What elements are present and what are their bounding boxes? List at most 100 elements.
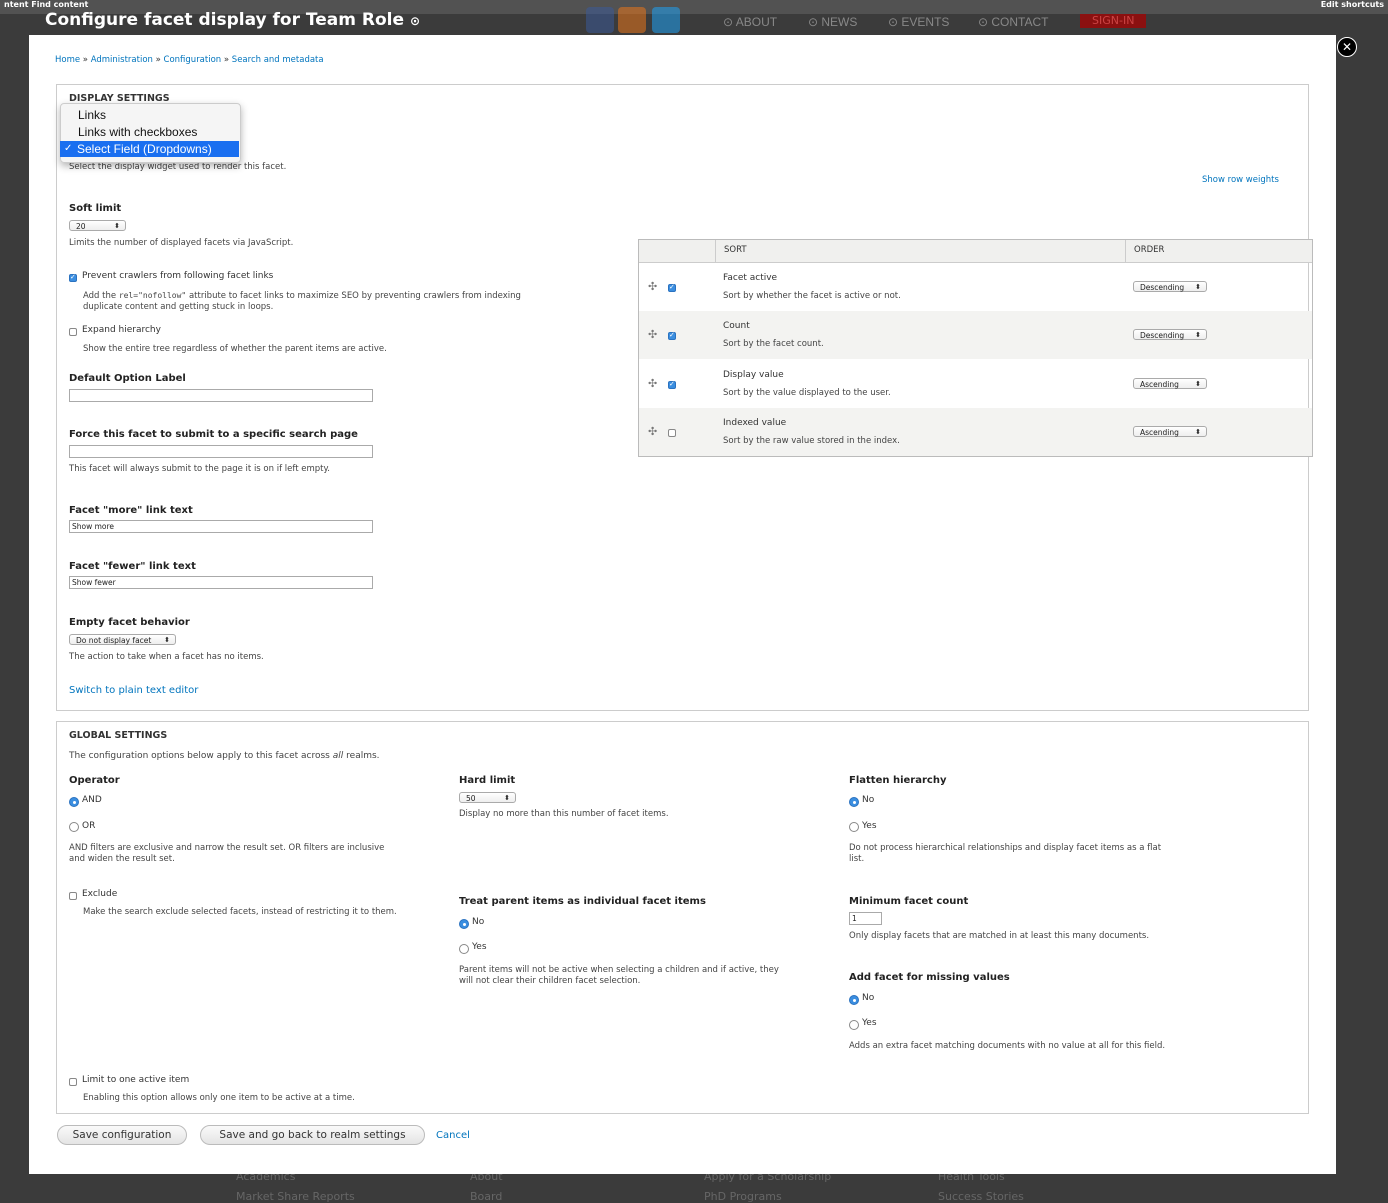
sort-table: SORT ORDER ✣ Facet active Sort by whethe…: [638, 239, 1313, 457]
overlay-title: Configure facet display for Team Role ⊙: [45, 10, 421, 30]
breadcrumb-search-metadata[interactable]: Search and metadata: [232, 55, 324, 65]
footer-link[interactable]: Success Stories: [938, 1190, 1024, 1203]
more-link-input[interactable]: Show more: [69, 520, 373, 533]
widget-option-checkboxes[interactable]: Links with checkboxes: [61, 124, 240, 140]
flatten-yes-label[interactable]: Yes: [862, 821, 877, 831]
breadcrumb-administration[interactable]: Administration: [91, 55, 153, 65]
exclude-checkbox[interactable]: [69, 892, 77, 900]
sort-row-checkbox[interactable]: [668, 331, 676, 340]
sort-row-checkbox[interactable]: [668, 380, 676, 389]
footer-link[interactable]: PhD Programs: [704, 1190, 782, 1203]
drag-handle-icon[interactable]: ✣: [648, 328, 657, 341]
more-link-label: Facet "more" link text: [69, 505, 193, 516]
edit-shortcuts-link[interactable]: Edit shortcuts: [1321, 0, 1384, 9]
nofollow-label[interactable]: Prevent crawlers from following facet li…: [82, 271, 273, 281]
footer-link[interactable]: Market Share Reports: [236, 1190, 355, 1203]
breadcrumb-configuration[interactable]: Configuration: [164, 55, 222, 65]
exclude-label[interactable]: Exclude: [82, 889, 117, 899]
soft-limit-select[interactable]: 20 ⬍: [69, 220, 126, 231]
nav-events[interactable]: ⊙ EVENTS: [888, 15, 949, 29]
treat-parent-yes-radio[interactable]: [459, 944, 469, 954]
sort-row-checkbox[interactable]: [668, 429, 676, 437]
global-settings-legend: GLOBAL SETTINGS: [69, 730, 168, 741]
missing-values-no-radio[interactable]: [849, 995, 859, 1005]
expand-hierarchy-checkbox[interactable]: [69, 328, 77, 336]
sort-row-order-select[interactable]: Ascending ⬍: [1133, 426, 1207, 437]
operator-and-radio[interactable]: [69, 797, 79, 807]
nav-about[interactable]: ⊙ ABOUT: [723, 15, 777, 29]
order-column-header: ORDER: [1134, 245, 1165, 255]
save-and-back-button[interactable]: Save and go back to realm settings: [200, 1125, 425, 1145]
missing-values-no-label[interactable]: No: [862, 993, 874, 1003]
nav-contact[interactable]: ⊙ CONTACT: [978, 15, 1049, 29]
sign-in-button[interactable]: SIGN-IN: [1080, 14, 1147, 28]
flatten-description: Do not process hierarchical relationship…: [849, 843, 1162, 864]
hard-limit-select[interactable]: 50 ⬍: [459, 792, 516, 803]
fewer-link-input[interactable]: Show fewer: [69, 576, 373, 589]
sort-row-facet-active: ✣ Facet active Sort by whether the facet…: [639, 263, 1312, 311]
hard-limit-description: Display no more than this number of face…: [459, 809, 669, 819]
sort-table-header: SORT ORDER: [639, 240, 1312, 263]
operator-and-label[interactable]: AND: [82, 795, 102, 805]
footer-link[interactable]: Board: [470, 1190, 502, 1203]
flatten-yes-radio[interactable]: [849, 822, 859, 832]
cancel-link[interactable]: Cancel: [436, 1130, 470, 1141]
sort-row-title: Count: [723, 321, 750, 331]
switch-editor-link[interactable]: Switch to plain text editor: [69, 685, 198, 696]
sort-row-display-value: ✣ Display value Sort by the value displa…: [639, 360, 1312, 408]
flatten-label: Flatten hierarchy: [849, 775, 947, 786]
limit-one-checkbox[interactable]: [69, 1078, 77, 1086]
min-count-description: Only display facets that are matched in …: [849, 931, 1150, 941]
sort-row-count: ✣ Count Sort by the facet count. Descend…: [639, 311, 1312, 359]
expand-hierarchy-label[interactable]: Expand hierarchy: [82, 325, 161, 335]
soft-limit-label: Soft limit: [69, 203, 122, 214]
empty-behavior-label: Empty facet behavior: [69, 617, 190, 628]
empty-behavior-select[interactable]: Do not display facet ⬍: [69, 634, 176, 645]
checkmark-icon: ✓: [64, 143, 73, 154]
min-count-input[interactable]: 1: [849, 912, 882, 925]
empty-behavior-description: The action to take when a facet has no i…: [69, 652, 264, 662]
operator-or-label[interactable]: OR: [82, 821, 95, 831]
shortcut-add-icon[interactable]: ⊙: [410, 14, 420, 28]
flatten-no-radio[interactable]: [849, 797, 859, 807]
close-icon[interactable]: ✕: [1337, 37, 1357, 57]
sort-row-order-select[interactable]: Descending ⬍: [1133, 329, 1207, 340]
sort-row-checkbox[interactable]: [668, 283, 676, 292]
flatten-no-label[interactable]: No: [862, 795, 874, 805]
limit-one-description: Enabling this option allows only one ite…: [83, 1093, 355, 1103]
treat-parent-label: Treat parent items as individual facet i…: [459, 896, 706, 907]
sort-row-order-select[interactable]: Ascending ⬍: [1133, 378, 1207, 389]
limit-one-label[interactable]: Limit to one active item: [82, 1075, 189, 1085]
display-settings-fieldset: DISPLAY SETTINGS Select the display widg…: [56, 84, 1313, 711]
nav-news[interactable]: ⊙ NEWS: [808, 15, 857, 29]
toolbar-shortcuts[interactable]: ntent Find content: [4, 0, 88, 9]
missing-values-yes-label[interactable]: Yes: [862, 1018, 877, 1028]
breadcrumb-home[interactable]: Home: [55, 55, 80, 65]
missing-values-yes-radio[interactable]: [849, 1020, 859, 1030]
treat-parent-no-radio[interactable]: [459, 919, 469, 929]
sort-row-order-select[interactable]: Descending ⬍: [1133, 281, 1207, 292]
global-settings-fieldset: GLOBAL SETTINGS The configuration option…: [56, 721, 1309, 1114]
nofollow-checkbox[interactable]: [69, 273, 77, 282]
facebook-icon[interactable]: [586, 7, 614, 33]
show-row-weights-link[interactable]: Show row weights: [1202, 175, 1279, 185]
treat-parent-no-label[interactable]: No: [472, 917, 484, 927]
drag-handle-icon[interactable]: ✣: [648, 280, 657, 293]
force-page-label: Force this facet to submit to a specific…: [69, 429, 358, 440]
operator-label: Operator: [69, 775, 120, 786]
default-option-input[interactable]: [69, 389, 373, 402]
save-configuration-button[interactable]: Save configuration: [57, 1125, 187, 1145]
drag-handle-icon[interactable]: ✣: [648, 425, 657, 438]
widget-select-dropdown[interactable]: Links Links with checkboxes ✓ Select Fiel…: [60, 103, 241, 163]
drag-handle-icon[interactable]: ✣: [648, 377, 657, 390]
twitter-icon[interactable]: [652, 7, 680, 33]
treat-parent-yes-label[interactable]: Yes: [472, 942, 487, 952]
widget-option-links[interactable]: Links: [61, 107, 240, 123]
missing-values-label: Add facet for missing values: [849, 972, 1010, 983]
widget-description: Select the display widget used to render…: [69, 162, 287, 172]
widget-option-select-field[interactable]: ✓ Select Field (Dropdowns): [60, 141, 239, 157]
operator-or-radio[interactable]: [69, 822, 79, 832]
rss-icon[interactable]: [618, 7, 646, 33]
force-page-input[interactable]: [69, 445, 373, 458]
sort-row-description: Sort by the raw value stored in the inde…: [723, 436, 900, 446]
